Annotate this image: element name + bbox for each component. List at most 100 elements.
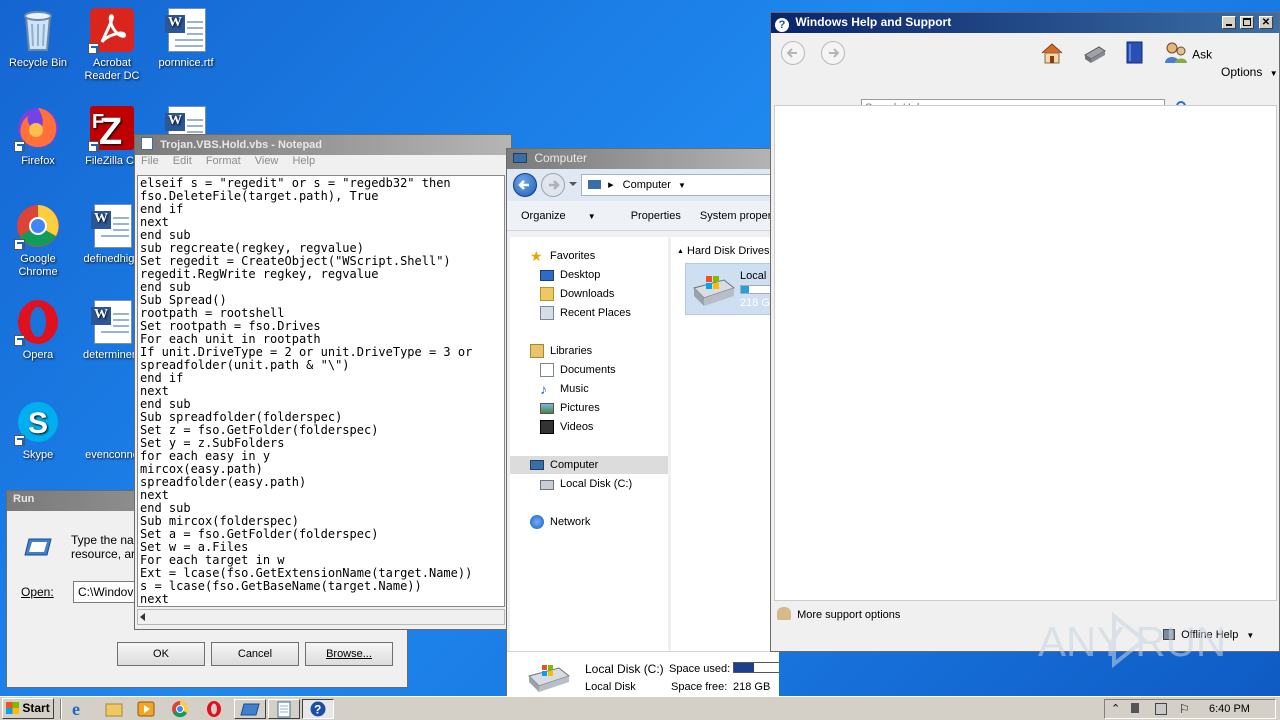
space-used-label: Space used: [669, 663, 731, 675]
menu-file[interactable]: File [141, 155, 159, 167]
word-doc-icon [88, 398, 136, 446]
breadcrumb[interactable]: Computer [623, 179, 671, 191]
system-properties-button[interactable]: System properties [700, 210, 777, 222]
desktop-folder-icon [540, 270, 554, 281]
nav-pictures[interactable]: Pictures [540, 399, 600, 417]
taskbar-ie-icon[interactable]: e [66, 699, 94, 719]
nav-music[interactable]: ♪ Music [540, 380, 589, 398]
svg-text:S: S [28, 407, 48, 440]
help-title-bar[interactable]: ? Windows Help and Support ✕ [771, 13, 1279, 33]
address-computer-icon [588, 180, 601, 189]
explorer-window: Computer ▸ Computer ▼ Organize ▼ Propert… [506, 148, 781, 696]
close-icon: ✕ [1261, 17, 1271, 28]
notepad-text-area[interactable]: elseif s = "regedit" or s = "regedb32" t… [137, 175, 505, 607]
watermark-logo: ANY RUN [1038, 611, 1226, 669]
help-forward-button[interactable] [821, 41, 845, 65]
start-button[interactable]: Start [2, 698, 54, 719]
desktop-icon-label: Firefox [21, 155, 55, 167]
music-note-icon: ♪ [540, 381, 547, 397]
close-button[interactable]: ✕ [1259, 16, 1273, 29]
desktop-icon-opera[interactable]: Opera [0, 298, 76, 362]
horizontal-scrollbar[interactable] [137, 609, 505, 625]
filezilla-icon: ZF [88, 104, 136, 153]
nav-label: Local Disk (C:) [560, 478, 633, 490]
back-button[interactable] [513, 173, 537, 197]
nav-network[interactable]: Network [530, 513, 590, 531]
tray-expand-icon[interactable]: ⌃ [1111, 702, 1120, 715]
help-title: Windows Help and Support [795, 15, 952, 29]
group-header[interactable]: ▲ Hard Disk Drives ( [677, 245, 776, 257]
computer-icon [513, 153, 527, 163]
taskbar-chrome-icon[interactable] [166, 699, 194, 719]
organize-button[interactable]: Organize ▼ [521, 210, 612, 222]
forward-arrow-icon [549, 180, 560, 190]
open-input-value: C:\Windov [78, 585, 134, 599]
acrobat-icon [88, 6, 136, 54]
desktop-icon-acrobat[interactable]: Acrobat Reader DC [74, 6, 150, 83]
menu-view[interactable]: View [255, 155, 279, 167]
taskbar-opera-icon[interactable] [200, 699, 228, 719]
volume-icon[interactable] [1131, 703, 1139, 713]
code-line: spreadfolder(unit.path & "\") [140, 358, 350, 372]
nav-label: Favorites [550, 250, 596, 262]
scroll-left-arrow-icon[interactable] [140, 613, 145, 621]
cancel-button[interactable]: Cancel [211, 642, 299, 666]
home-icon[interactable] [1039, 41, 1065, 68]
nav-documents[interactable]: Documents [540, 361, 616, 379]
desktop-icon-firefox[interactable]: Firefox [0, 104, 76, 168]
drive-tile[interactable]: Local D 218 GB [685, 263, 779, 315]
taskbar-run-button[interactable] [234, 699, 266, 719]
history-dropdown-icon[interactable] [569, 182, 577, 186]
notepad-title-bar[interactable]: Trojan.VBS.Hold.vbs - Notepad [135, 135, 511, 155]
action-center-flag-icon[interactable]: ⚐ [1179, 702, 1190, 716]
more-support-link[interactable]: More support options [777, 607, 900, 621]
maximize-button[interactable] [1239, 16, 1254, 29]
menu-format[interactable]: Format [206, 155, 241, 167]
nav-local-disk[interactable]: Local Disk (C:) [540, 475, 632, 493]
nav-downloads[interactable]: Downloads [540, 285, 614, 303]
code-line: next [140, 384, 169, 398]
taskbar-notepad-button[interactable] [268, 699, 300, 719]
group-header-label: Hard Disk Drives ( [687, 245, 777, 257]
notepad-window: Trojan.VBS.Hold.vbs - Notepad File Edit … [134, 134, 512, 630]
desktop-icon-recycle-bin[interactable]: Recycle Bin [0, 6, 76, 70]
taskbar-media-player-icon[interactable] [132, 699, 160, 719]
nav-label: Pictures [560, 402, 600, 414]
organize-label: Organize [521, 210, 566, 222]
desktop-icon-pornnice[interactable]: pornnice.rtf [148, 6, 224, 70]
nav-recent-places[interactable]: Recent Places [540, 304, 631, 322]
help-back-button[interactable] [781, 41, 805, 65]
taskbar-help-button[interactable]: ? [302, 699, 334, 719]
options-button[interactable]: Options ▼ [1221, 65, 1278, 79]
recent-places-icon [540, 306, 554, 320]
nav-videos[interactable]: Videos [540, 418, 593, 436]
minimize-button[interactable] [1222, 16, 1237, 29]
nav-desktop[interactable]: Desktop [540, 266, 600, 284]
network-tray-icon[interactable] [1155, 703, 1167, 715]
ask-button[interactable]: Ask [1163, 41, 1212, 68]
nav-favorites[interactable]: ★ Favorites [530, 247, 595, 265]
nav-computer[interactable]: Computer [510, 456, 668, 474]
taskbar-clock[interactable]: 6:40 PM [1209, 703, 1250, 715]
menu-edit[interactable]: Edit [173, 155, 192, 167]
desktop-icon-chrome[interactable]: Google Chrome [0, 202, 76, 279]
breadcrumb-chevron-icon[interactable]: ▸ [608, 179, 614, 191]
print-icon[interactable] [1081, 41, 1107, 68]
pictures-icon [540, 403, 554, 414]
breadcrumb-dropdown-icon[interactable]: ▼ [678, 181, 686, 190]
ok-button[interactable]: OK [117, 642, 205, 666]
browse-help-icon[interactable] [1125, 41, 1145, 68]
browse-button[interactable]: Browse... [305, 642, 393, 666]
nav-label: Documents [560, 364, 616, 376]
taskbar-explorer-icon[interactable] [100, 699, 128, 719]
shortcut-arrow-icon [14, 335, 25, 346]
nav-libraries[interactable]: Libraries [530, 342, 592, 360]
properties-button[interactable]: Properties [631, 210, 681, 222]
forward-button[interactable] [541, 173, 565, 197]
desktop-icon-skype[interactable]: S Skype [0, 398, 76, 462]
nav-label: Desktop [560, 269, 601, 281]
address-field[interactable]: ▸ Computer ▼ [581, 174, 781, 196]
details-drive-type: Local Disk [585, 681, 636, 693]
explorer-title-bar[interactable]: Computer [507, 149, 777, 169]
menu-help[interactable]: Help [292, 155, 315, 167]
